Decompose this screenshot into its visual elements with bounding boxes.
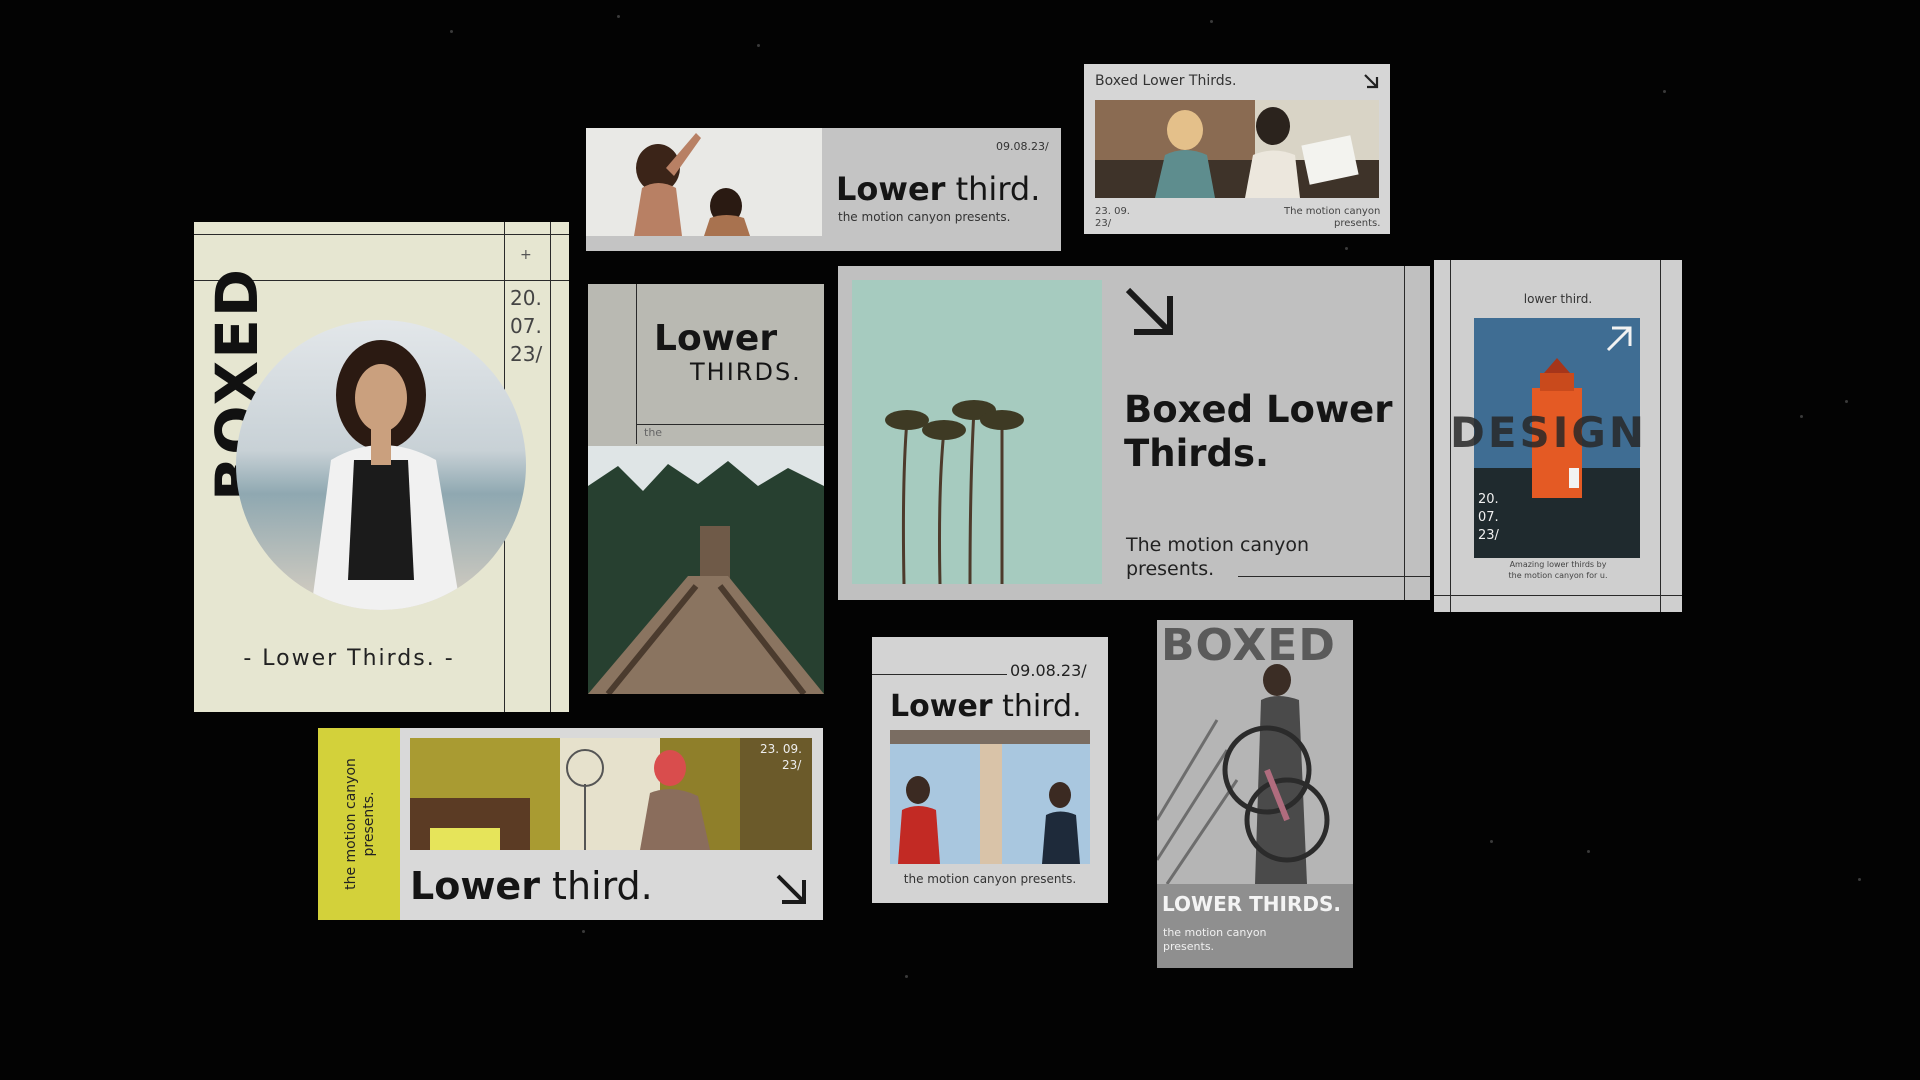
credit-line: presents.: [1334, 218, 1381, 229]
arrow-up-right-icon: [1606, 326, 1632, 352]
lower-thirds-forest-card[interactable]: Lower THIRDS. the: [588, 284, 824, 694]
dust-speck: [1858, 878, 1861, 881]
boxed-portrait-card[interactable]: BOXED + 20. 07. 23/ - Lower Thirds. -: [194, 222, 569, 712]
dust-speck: [1800, 415, 1803, 418]
canvas: { "colors": { "background": "#030303", "…: [0, 0, 1920, 1080]
dust-speck: [617, 15, 620, 18]
subtitle-line: The motion canyon: [1126, 534, 1309, 556]
date-line: 20.: [510, 286, 542, 310]
header: Boxed Lower Thirds.: [1095, 73, 1237, 89]
band-photo: [890, 730, 1090, 864]
title: Lower third.: [410, 864, 653, 908]
title-light: third.: [1002, 689, 1082, 724]
two-people-photo: [1095, 100, 1379, 198]
dust-speck: [1845, 400, 1848, 403]
forest-bridge-photo: [588, 446, 824, 694]
title-bold: Lower: [836, 170, 946, 208]
dust-speck: [1210, 20, 1213, 23]
yellow-strip-card[interactable]: the motion canyon presents. 23. 09. 23/ …: [318, 728, 823, 920]
arrow-down-right-icon: [1364, 74, 1379, 89]
wide-lower-third-card[interactable]: 09.08.23/ Lower third. the motion canyon…: [586, 128, 1061, 251]
subtitle-line: presents.: [1126, 558, 1215, 580]
arrow-down-right-icon: [1125, 287, 1173, 335]
small-boxed-card[interactable]: Boxed Lower Thirds. 23. 09. 23/ The moti…: [1084, 64, 1390, 234]
design-card[interactable]: lower third. DESIGN 20. 07. 23/ Amazing …: [1434, 260, 1682, 612]
title-bold: Lower: [890, 689, 993, 724]
subtitle: the motion canyon presents.: [903, 872, 1077, 886]
title-line: Boxed Lower: [1124, 388, 1393, 431]
card-caption: - Lower Thirds. -: [243, 646, 455, 671]
dust-speck: [450, 30, 453, 33]
frame-line: [550, 222, 551, 712]
subtitle: the motion canyon presents.: [838, 210, 1011, 224]
frame-line: [636, 424, 824, 425]
title: LOWER THIRDS.: [1162, 892, 1341, 916]
date-line: 23/: [1095, 218, 1112, 229]
yellow-strip: [318, 728, 400, 920]
label: lower third.: [1523, 292, 1593, 306]
frame-line: [1434, 595, 1682, 596]
date: 23. 09.: [760, 742, 802, 756]
title-light: third.: [955, 170, 1041, 208]
caption-line: Amazing lower thirds by: [1509, 560, 1607, 569]
vertical-text: the motion canyon: [343, 758, 359, 890]
dust-speck: [757, 44, 760, 47]
date-line: 23/: [782, 758, 802, 772]
date-line: 20.: [1478, 492, 1499, 507]
subtitle-line: presents.: [1163, 940, 1215, 953]
portrait-photo: [236, 320, 526, 610]
caption-line: the motion canyon for u.: [1508, 571, 1608, 580]
small-text: the: [644, 426, 663, 439]
main-boxed-card[interactable]: Boxed Lower Thirds. The motion canyon pr…: [838, 266, 1430, 600]
top-word: BOXED: [1161, 620, 1336, 671]
title-light: third.: [552, 864, 653, 908]
title: Lower third.: [890, 689, 1082, 724]
title-line: Lower: [654, 318, 778, 359]
date-line: 23/: [1478, 528, 1499, 543]
palm-trees-photo: [852, 280, 1102, 584]
dust-speck: [905, 975, 908, 978]
design-overlay: DESIGN: [1450, 408, 1648, 457]
vertical-text: presents.: [361, 791, 377, 857]
frame-line: [1404, 266, 1405, 600]
credit-line: The motion canyon: [1284, 206, 1381, 217]
frame-line: [872, 674, 1007, 675]
date: 09.08.23/: [996, 140, 1049, 153]
bike-card[interactable]: BOXED LOWER THIRDS. the motion canyon pr…: [1157, 620, 1353, 968]
dust-speck: [1490, 840, 1493, 843]
title: Lower third.: [836, 170, 1040, 208]
date: 23. 09.: [1095, 206, 1130, 217]
date: 09.08.23/: [1010, 661, 1087, 680]
dancers-photo: [586, 128, 822, 236]
title-line: Thirds.: [1124, 432, 1270, 475]
subtitle-line: the motion canyon: [1163, 926, 1267, 939]
frame-line: [194, 234, 569, 235]
arrow-down-right-icon: [776, 874, 806, 904]
plus-mark: +: [520, 247, 532, 263]
dust-speck: [1663, 90, 1666, 93]
title-line: THIRDS.: [690, 358, 802, 386]
room-photo: [410, 738, 812, 850]
date-line: 07.: [1478, 510, 1499, 525]
dust-speck: [582, 930, 585, 933]
frame-line: [1238, 576, 1430, 577]
dust-speck: [1345, 247, 1348, 250]
band-card[interactable]: 09.08.23/ Lower third. the motion canyon…: [872, 637, 1108, 903]
frame-line: [636, 284, 637, 444]
dust-speck: [1587, 850, 1590, 853]
title-bold: Lower: [410, 864, 540, 908]
